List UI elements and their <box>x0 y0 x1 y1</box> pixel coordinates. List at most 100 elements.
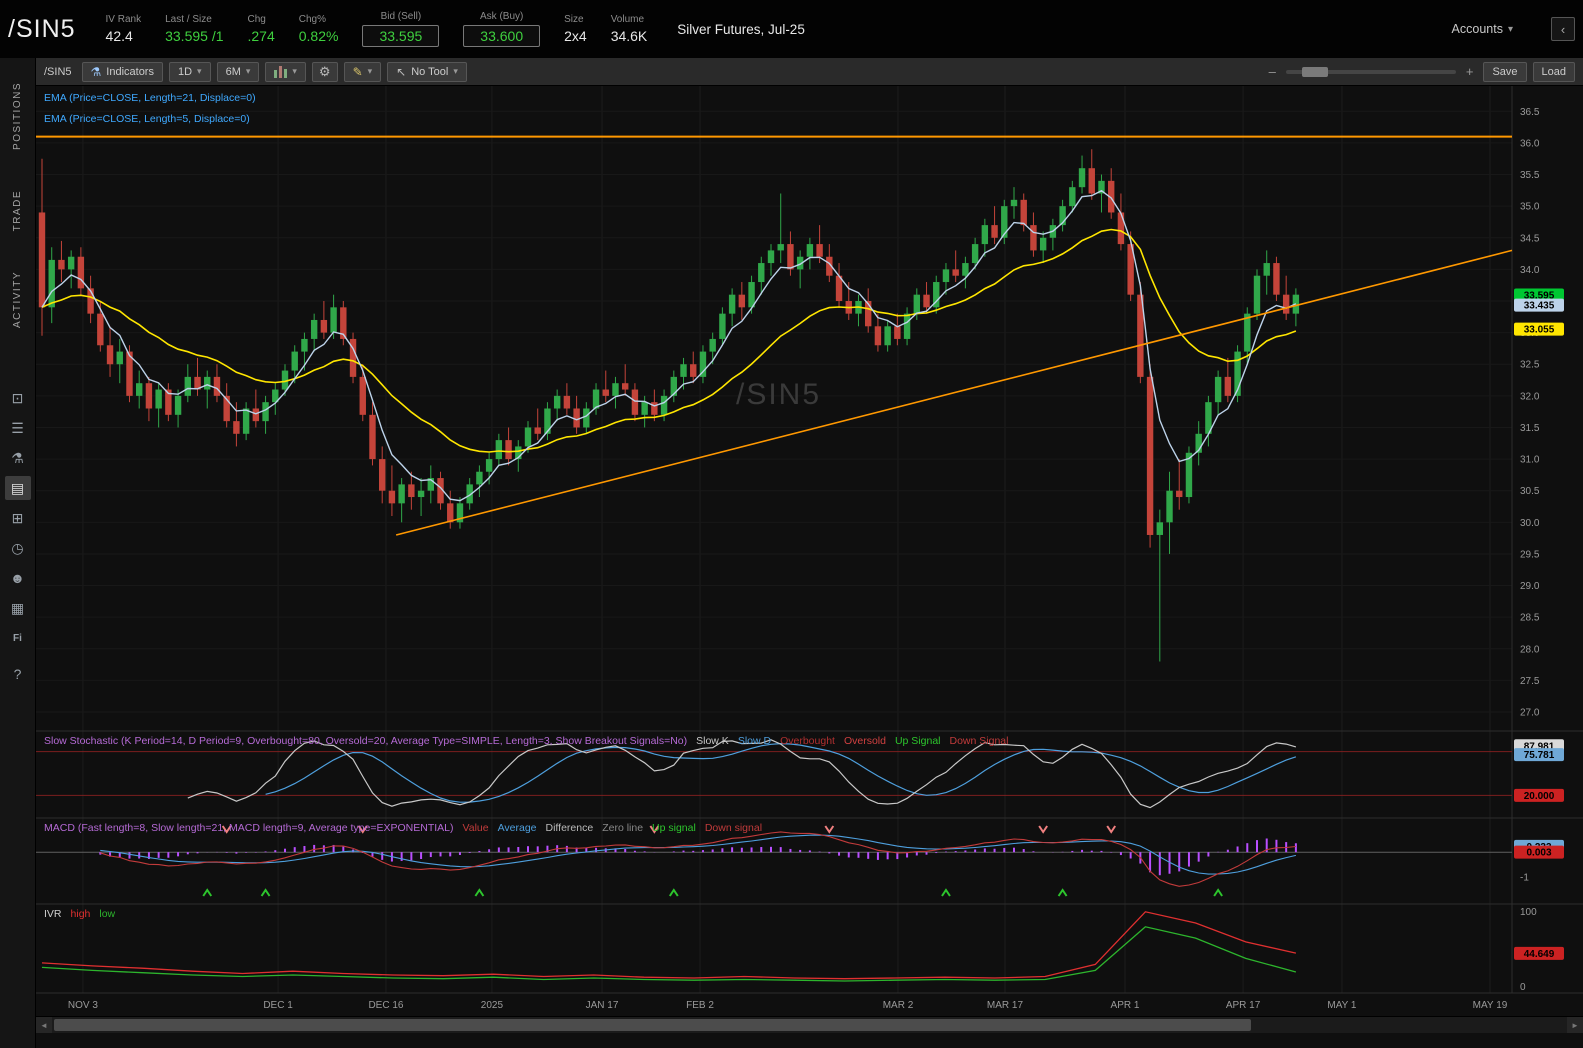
timeframe-dropdown[interactable]: 1D ▾ <box>168 61 211 82</box>
macd-signal-arrows <box>202 825 1223 897</box>
chart-settings-button[interactable]: ⚙ <box>311 61 338 82</box>
range-dropdown[interactable]: 6M ▾ <box>216 61 260 82</box>
scroll-right-button[interactable]: ► <box>1567 1017 1583 1033</box>
svg-text:30.0: 30.0 <box>1520 518 1540 529</box>
save-button[interactable]: Save <box>1483 61 1527 82</box>
chevron-down-icon: ▾ <box>1507 23 1513 35</box>
up-signal-arrow <box>202 888 213 897</box>
candle <box>1263 263 1270 276</box>
tab-activity[interactable]: ACTIVITY <box>12 271 23 328</box>
candle <box>330 307 337 333</box>
candle <box>1039 237 1047 251</box>
candle <box>67 256 75 270</box>
left-sidebar: POSITIONS TRADE ACTIVITY ⊡ ☰ ⚗ ▤ ⊞ ◷ ☻ ▦… <box>0 58 36 1048</box>
svg-text:MAY 1: MAY 1 <box>1327 1000 1357 1011</box>
symbol-title: /SIN5 <box>8 14 76 43</box>
candle <box>58 259 65 270</box>
svg-text:0: 0 <box>1520 982 1526 993</box>
ascending-trendline[interactable] <box>395 249 1513 536</box>
chart-scrollbar[interactable]: ◄ ► <box>36 1016 1583 1033</box>
candle <box>398 484 405 504</box>
tab-trade[interactable]: TRADE <box>12 190 23 231</box>
chart-canvas[interactable]: NOV 3 DEC 1 DEC 16 2025 JAN 17 FEB 2 MAR 2 MAR … <box>36 86 1583 1016</box>
svg-text:MAY 19: MAY 19 <box>1473 1000 1508 1011</box>
svg-text:33.435: 33.435 <box>1524 301 1555 312</box>
candle <box>379 459 386 491</box>
candle <box>1166 490 1173 523</box>
candle <box>709 338 716 352</box>
candle <box>563 395 571 409</box>
charts-icon[interactable]: ▤ <box>4 476 31 500</box>
candle <box>1088 168 1095 194</box>
macd-average-line <box>100 834 1297 875</box>
calendar-icon[interactable]: ▦ <box>5 596 31 620</box>
candle <box>1273 263 1280 295</box>
candle <box>408 484 415 498</box>
candle <box>359 376 366 415</box>
scroll-left-button[interactable]: ◄ <box>36 1017 52 1033</box>
zoom-in-button[interactable]: + <box>1462 64 1478 79</box>
accounts-dropdown[interactable]: Accounts ▾ <box>1452 22 1513 36</box>
drawing-tools-dropdown[interactable]: ✎ ▾ <box>343 61 382 82</box>
up-signal-arrow <box>941 888 951 897</box>
scrollbar-handle[interactable] <box>54 1019 1251 1031</box>
candle <box>942 269 950 283</box>
candle <box>641 402 648 415</box>
scan-icon[interactable]: ⊞ <box>5 506 31 530</box>
history-icon[interactable]: ◷ <box>5 536 31 560</box>
candle <box>894 326 901 339</box>
bid-price[interactable]: 33.595 <box>362 25 440 47</box>
svg-text:28.5: 28.5 <box>1520 613 1540 624</box>
field-value: 42.4 <box>105 28 133 44</box>
field-chg: Chg .274 <box>248 14 275 44</box>
candle <box>991 225 998 238</box>
watchlist-icon[interactable]: ☰ <box>5 416 31 440</box>
field-last-size: Last / Size 33.595 /1 <box>165 14 223 44</box>
collapse-panel-button[interactable]: ‹ <box>1551 17 1575 41</box>
candle <box>903 313 911 339</box>
financials-icon[interactable]: Fi <box>5 626 31 650</box>
chevron-down-icon: ▾ <box>197 66 202 76</box>
svg-text:28.0: 28.0 <box>1520 644 1540 655</box>
ask-price[interactable]: 33.600 <box>463 25 541 47</box>
field-value: .274 <box>247 28 275 44</box>
community-icon[interactable]: ☻ <box>5 566 31 590</box>
accounts-label: Accounts <box>1451 22 1503 36</box>
candle <box>524 427 532 447</box>
zoom-out-button[interactable]: – <box>1265 64 1280 79</box>
svg-text:75.781: 75.781 <box>1524 750 1555 761</box>
ivr-high-line <box>41 911 1297 980</box>
chevron-down-icon: ▾ <box>453 66 458 76</box>
down-signal-arrow <box>824 825 835 834</box>
ask-buy-button[interactable]: Ask (Buy) 33.600 <box>463 11 541 47</box>
svg-text:2025: 2025 <box>481 1000 504 1011</box>
analyze-icon[interactable]: ⚗ <box>5 446 31 470</box>
zoom-slider[interactable] <box>1285 66 1456 77</box>
field-volume: Volume 34.6K <box>611 14 648 44</box>
candle <box>97 313 104 346</box>
tab-positions[interactable]: POSITIONS <box>12 82 23 150</box>
zoom-slider-handle[interactable] <box>1301 66 1328 77</box>
active-tool-dropdown[interactable]: ↖ No Tool ▾ <box>387 61 467 82</box>
scrollbar-track[interactable] <box>52 1017 1567 1033</box>
field-label: IV Rank <box>105 14 142 25</box>
up-signal-arrow <box>668 888 679 897</box>
timeframe-value: 1D <box>177 65 193 78</box>
field-label: Last / Size <box>165 14 212 25</box>
candle <box>213 376 221 396</box>
watermark: /SIN5 <box>736 378 821 411</box>
bid-sell-button[interactable]: Bid (Sell) 33.595 <box>362 11 440 47</box>
candle <box>155 389 162 409</box>
candle <box>573 408 580 428</box>
load-button[interactable]: Load <box>1532 61 1575 82</box>
indicators-button[interactable]: ⚗ Indicators <box>81 61 163 82</box>
chevron-down-icon: ▾ <box>245 66 251 76</box>
up-signal-arrow <box>1057 888 1068 897</box>
chart-type-dropdown[interactable]: ▾ <box>265 61 306 82</box>
monitor-icon[interactable]: ⊡ <box>5 386 31 410</box>
trading-platform: /SIN5 IV Rank 42.4 Last / Size 33.595 /1… <box>0 0 1583 1048</box>
svg-text:FEB 2: FEB 2 <box>686 1000 714 1011</box>
svg-text:MAR 17: MAR 17 <box>987 1000 1024 1011</box>
help-icon[interactable]: ? <box>5 662 31 686</box>
svg-text:27.5: 27.5 <box>1520 676 1540 687</box>
